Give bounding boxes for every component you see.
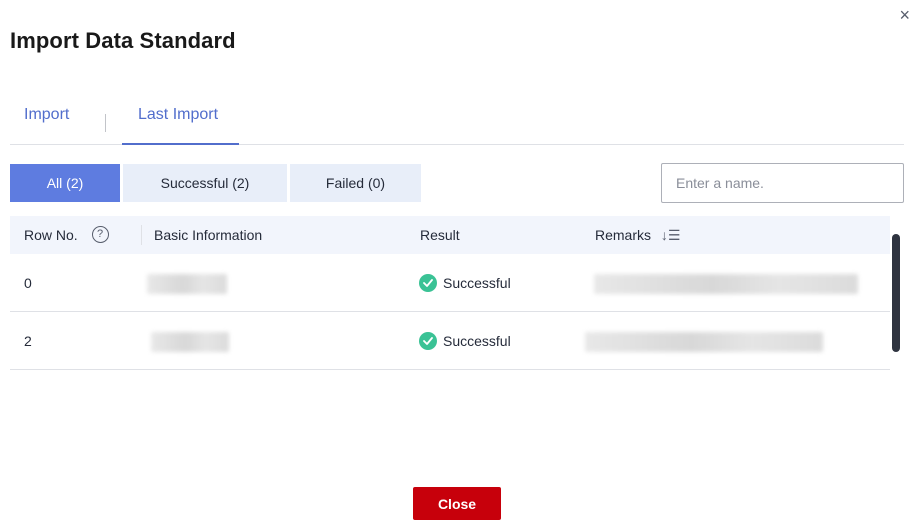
table-row: 2 Successful: [10, 312, 890, 370]
cell-result: Successful: [419, 254, 511, 312]
column-header-result: Result: [420, 216, 460, 254]
tab-last-import[interactable]: Last Import: [138, 106, 218, 124]
column-header-basic-information: Basic Information: [154, 216, 262, 254]
table-header: Row No. ? Basic Information Result Remar…: [10, 216, 890, 254]
result-label: Successful: [443, 333, 511, 349]
redacted-remarks: [585, 332, 823, 352]
redacted-basic-information: [147, 274, 227, 294]
dialog-title: Import Data Standard: [10, 28, 236, 53]
tab-divider: [105, 114, 106, 132]
close-icon[interactable]: ×: [896, 6, 910, 24]
cell-row-no: 2: [24, 333, 32, 349]
table-scrollbar[interactable]: [892, 234, 900, 352]
help-icon[interactable]: ?: [91, 225, 109, 243]
column-divider: [141, 225, 142, 245]
column-header-remarks[interactable]: Remarks ↓☰: [595, 216, 680, 254]
result-label: Successful: [443, 275, 511, 291]
search-box: [661, 163, 904, 203]
redacted-basic-information: [151, 332, 229, 352]
check-circle-icon: [419, 274, 437, 292]
redacted-remarks: [594, 274, 858, 294]
tab-bar: Import Last Import: [10, 100, 904, 145]
import-results-table: Row No. ? Basic Information Result Remar…: [10, 216, 890, 370]
active-tab-indicator: [122, 143, 239, 145]
sort-icon[interactable]: ↓☰: [661, 216, 681, 254]
check-circle-icon: [419, 332, 437, 350]
table-row: 0 Successful: [10, 254, 890, 312]
cell-row-no: 0: [24, 275, 32, 291]
column-label-row-no: Row No.: [24, 227, 78, 243]
filter-all-button[interactable]: All (2): [10, 164, 120, 202]
tab-import[interactable]: Import: [24, 106, 69, 124]
column-label-basic-information: Basic Information: [154, 227, 263, 243]
filter-successful-button[interactable]: Successful (2): [123, 164, 287, 202]
close-button[interactable]: Close: [413, 487, 501, 520]
import-dialog: × Import Data Standard Import Last Impor…: [0, 0, 910, 520]
cell-result: Successful: [419, 312, 511, 370]
filter-failed-button[interactable]: Failed (0): [290, 164, 421, 202]
column-header-row-no: Row No. ?: [24, 216, 109, 254]
column-label-result: Result: [420, 227, 460, 243]
column-label-remarks: Remarks: [595, 227, 652, 243]
search-input[interactable]: [662, 164, 903, 202]
